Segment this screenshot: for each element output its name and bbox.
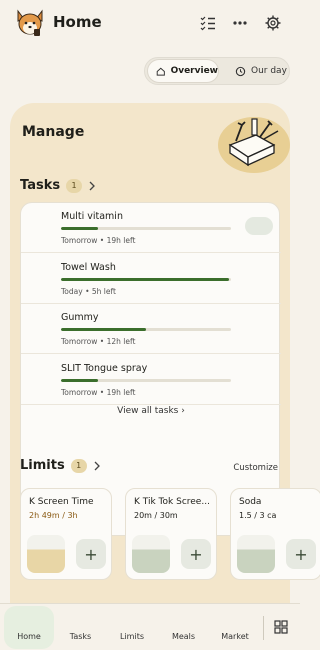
task-progress-bar	[61, 378, 231, 382]
tasks-count-badge: 1	[66, 178, 83, 193]
task-name-label: Multi vitamin	[61, 211, 123, 222]
task-progress-bar	[61, 277, 231, 281]
task-progress-fill	[61, 227, 99, 230]
task-progress-fill	[61, 277, 230, 281]
limit-card[interactable]: K Tik Tok Scree... 20m / 30m +	[125, 488, 217, 580]
our-day-tab[interactable]: Our day	[227, 60, 289, 82]
task-meta: Tomorrow • 19h left	[61, 387, 136, 397]
nav-label: Home	[17, 632, 41, 641]
task-name: Gummy	[61, 312, 99, 323]
chevron-right-icon	[261, 371, 271, 385]
home-icon	[156, 67, 165, 76]
tasks-card: Multi vitamin Tomorrow • 19h left Towel Wa…	[20, 202, 281, 536]
limits-count-badge: 1	[70, 458, 87, 473]
settings-gear-icon[interactable]	[264, 14, 282, 32]
nav-item-market[interactable]: Market	[210, 606, 260, 649]
manage-title: Manage	[22, 124, 85, 140]
tag-icon	[226, 613, 244, 629]
task-name: Multi vitamin	[61, 211, 127, 222]
tasks-title: Tasks	[20, 178, 61, 193]
limit-usage: 1.5 / 3 ca	[239, 511, 276, 520]
add-usage-button[interactable]: +	[76, 539, 106, 569]
bottom-nav: Home Tasks Limits Meals Market	[0, 603, 300, 650]
page-title: Home	[53, 13, 102, 31]
customize-link[interactable]: Customize	[233, 463, 278, 473]
task-name-label: Gummy	[61, 312, 99, 323]
nav-item-meals[interactable]: Meals	[159, 606, 209, 649]
task-progress-fill	[61, 328, 146, 331]
nav-item-tasks[interactable]: Tasks	[56, 606, 106, 649]
limit-progress-tile	[132, 535, 170, 573]
task-row[interactable]: Towel Wash Today • 5h left	[21, 254, 281, 304]
our-day-label: Our day	[251, 66, 287, 76]
task-name-label: Towel Wash	[61, 261, 116, 273]
task-progress-bar	[61, 227, 231, 230]
washing-machine-icon	[31, 264, 51, 284]
toolbox-illustration-icon	[218, 117, 290, 173]
limit-name: K Tik Tok Scree...	[134, 497, 210, 507]
corgi-logo-icon	[17, 9, 43, 36]
limit-usage: 2h 49m / 3h	[29, 511, 81, 520]
clock-icon	[235, 66, 246, 76]
task-row[interactable]: Multi vitamin Tomorrow • 19h left	[21, 203, 281, 253]
nav-label: Tasks	[69, 632, 92, 641]
checklist-icon[interactable]	[199, 14, 217, 32]
limit-name: K Screen Time	[29, 497, 94, 507]
limit-progress-tile	[27, 535, 65, 573]
limits-title: Limits	[20, 458, 65, 473]
task-name: SLIT Tongue spray	[61, 363, 147, 374]
task-meta: Today • 5h left	[61, 286, 116, 296]
complete-task-button[interactable]	[245, 217, 273, 235]
chevron-right-icon	[261, 320, 271, 334]
limits-icon	[123, 613, 141, 629]
chevron-right-icon	[94, 461, 100, 470]
nav-label: Meals	[171, 632, 196, 641]
task-meta: Tomorrow • 19h left	[61, 236, 136, 245]
chevron-right-icon: ›	[181, 406, 185, 416]
nav-item-home[interactable]: Home	[4, 606, 54, 649]
fork-knife-icon	[175, 613, 193, 629]
view-toggle: Overview Our day	[144, 57, 290, 85]
task-progress-fill	[61, 378, 99, 382]
tasks-header[interactable]: Tasks 1	[20, 178, 96, 193]
limits-header[interactable]: Limits 1	[20, 458, 101, 473]
add-usage-button[interactable]: +	[181, 539, 211, 569]
grid-apps-icon[interactable]	[274, 620, 288, 634]
pill-icon	[31, 365, 51, 385]
manage-panel: Manage Tasks 1 Multi vitamin Tomorrow • 1…	[10, 103, 320, 650]
add-usage-button[interactable]: +	[286, 539, 316, 569]
task-row[interactable]: Gummy Tomorrow • 12h left	[21, 304, 281, 354]
limit-usage-text: 2h 49m / 3h	[29, 511, 78, 520]
limit-card[interactable]: K Screen Time 2h 49m / 3h +	[20, 488, 112, 580]
checklist-icon	[72, 613, 90, 629]
limit-name: Soda	[239, 497, 262, 507]
overview-tab[interactable]: Overview	[148, 60, 218, 82]
pill-icon	[31, 213, 51, 233]
pill-icon	[31, 314, 51, 334]
view-all-tasks-link[interactable]: View all tasks ›	[21, 406, 281, 416]
overview-label: Overview	[170, 66, 218, 76]
task-name: Towel Wash	[61, 262, 116, 273]
view-all-label: View all tasks	[117, 406, 179, 416]
task-progress-bar	[61, 328, 231, 331]
app-header: Home	[0, 0, 300, 48]
limit-usage: 20m / 30m	[134, 511, 181, 520]
more-options-icon[interactable]	[231, 14, 249, 32]
task-row[interactable]: SLIT Tongue spray Tomorrow • 19h left	[21, 355, 281, 405]
task-meta: Tomorrow • 12h left	[61, 337, 136, 346]
limit-usage-text: 20m / 30m	[134, 511, 178, 520]
nav-divider	[263, 616, 264, 640]
chevron-right-icon	[89, 181, 96, 190]
limit-usage-text: 1.5 / 3 ca	[239, 511, 277, 520]
limit-card[interactable]: Soda 1.5 / 3 ca +	[230, 488, 320, 580]
home-icon	[20, 613, 38, 629]
task-name-label: SLIT Tongue spray	[61, 362, 148, 374]
nav-label: Market	[221, 632, 249, 641]
nav-item-limits[interactable]: Limits	[107, 606, 157, 649]
limit-progress-tile	[237, 535, 275, 573]
nav-label: Limits	[120, 632, 144, 641]
chevron-right-icon	[261, 270, 271, 284]
